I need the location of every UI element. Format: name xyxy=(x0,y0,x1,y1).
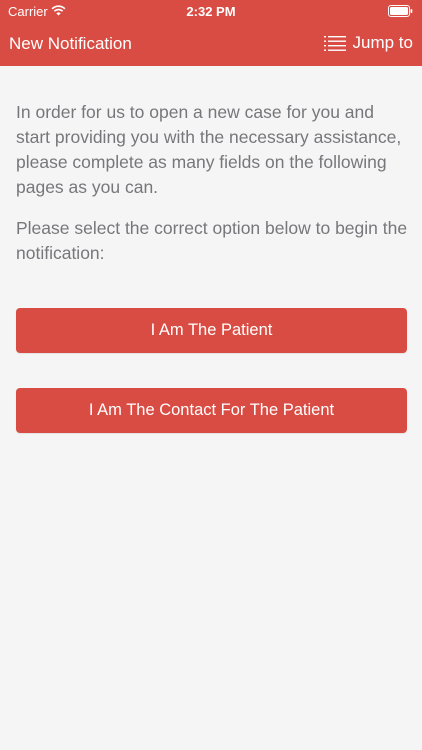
i-am-the-patient-button[interactable]: I Am The Patient xyxy=(16,308,407,353)
notification-intro: In order for us to open a new case for y… xyxy=(16,100,408,266)
intro-text: In order for us to open a new case for y… xyxy=(16,102,402,197)
jump-to-label: Jump to xyxy=(352,33,413,52)
jump-to-button[interactable]: Jump to xyxy=(323,32,413,54)
i-am-the-contact-button[interactable]: I Am The Contact For The Patient xyxy=(16,388,407,433)
i-am-the-patient-label: I Am The Patient xyxy=(150,321,273,339)
list-icon xyxy=(323,36,346,51)
battery-icon xyxy=(388,5,413,17)
status-time: 2:32 PM xyxy=(186,4,236,19)
top-bar: Carrier 2:32 PM New Notification Jump to xyxy=(0,0,422,66)
page-title: New Notification xyxy=(9,34,132,53)
i-am-the-contact-label: I Am The Contact For The Patient xyxy=(88,401,335,419)
select-instruction: Please select the correct option below t… xyxy=(16,218,408,263)
status-bar: Carrier 2:32 PM xyxy=(0,0,422,22)
